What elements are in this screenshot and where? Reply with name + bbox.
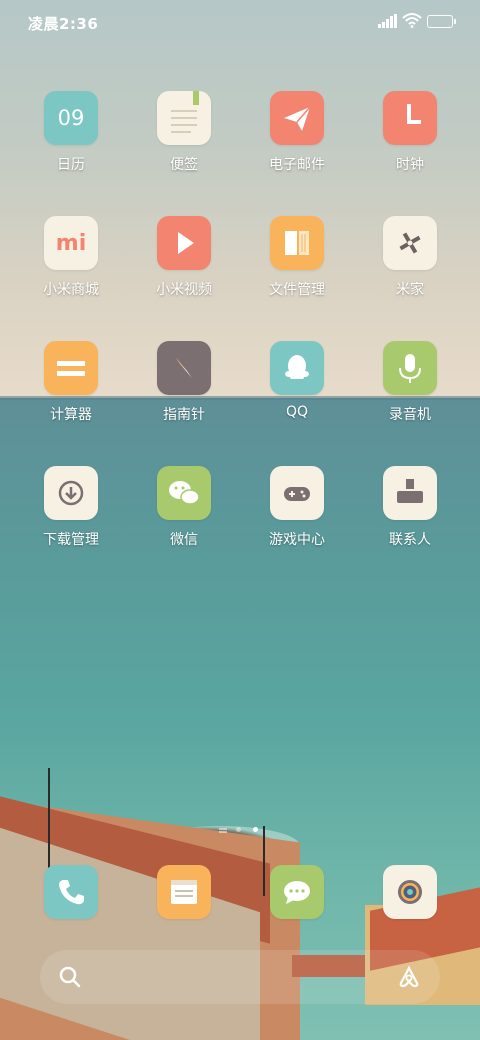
app-qq[interactable]: QQ bbox=[247, 341, 347, 420]
mi-logo: mi bbox=[55, 230, 87, 256]
app-mail[interactable]: 电子邮件 bbox=[247, 91, 347, 174]
app-label: 联系人 bbox=[389, 532, 431, 548]
notes-icon bbox=[157, 91, 211, 145]
compass-icon bbox=[157, 341, 211, 395]
calendar-date: 09 bbox=[57, 106, 85, 130]
app-label: 便签 bbox=[170, 157, 198, 173]
app-label: QQ bbox=[285, 404, 309, 420]
mijia-icon bbox=[383, 216, 437, 270]
phone-icon bbox=[44, 865, 98, 919]
calculator-icon bbox=[44, 341, 98, 395]
page-dot-active bbox=[253, 827, 258, 832]
app-notes[interactable]: 便签 bbox=[134, 91, 234, 174]
clock-icon bbox=[383, 91, 437, 145]
search-icon[interactable] bbox=[58, 965, 82, 989]
recorder-icon bbox=[383, 341, 437, 395]
app-game-center[interactable]: 游戏中心 bbox=[247, 466, 347, 549]
app-label: 录音机 bbox=[389, 407, 431, 423]
dock-phone[interactable] bbox=[44, 865, 98, 919]
browser-icon bbox=[157, 865, 211, 919]
app-label: 小米商城 bbox=[43, 282, 99, 298]
app-calendar[interactable]: 09 日历 bbox=[21, 91, 121, 174]
wechat-icon bbox=[157, 466, 211, 520]
app-clock[interactable]: 时钟 bbox=[360, 91, 460, 174]
app-label: 计算器 bbox=[50, 407, 92, 423]
app-label: 微信 bbox=[170, 532, 198, 548]
app-label: 时钟 bbox=[396, 157, 424, 173]
mi-store-icon: mi bbox=[44, 216, 98, 270]
app-label: 指南针 bbox=[163, 407, 205, 423]
app-label: 日历 bbox=[57, 157, 85, 173]
wallpaper-pole bbox=[263, 826, 265, 896]
download-icon bbox=[44, 466, 98, 520]
messages-icon bbox=[270, 865, 324, 919]
contacts-icon bbox=[383, 466, 437, 520]
app-contacts[interactable]: 联系人 bbox=[360, 466, 460, 549]
app-label: 米家 bbox=[396, 282, 424, 298]
status-time: 凌晨2:36 bbox=[28, 15, 99, 33]
video-icon bbox=[157, 216, 211, 270]
battery-icon bbox=[427, 15, 456, 28]
signal-icon bbox=[378, 14, 398, 28]
app-mi-video[interactable]: 小米视频 bbox=[134, 216, 234, 299]
camera-icon bbox=[383, 865, 437, 919]
status-bar: 凌晨2:36 bbox=[0, 0, 480, 44]
game-center-icon bbox=[270, 466, 324, 520]
page-dot bbox=[236, 827, 241, 832]
dock-camera[interactable] bbox=[383, 865, 437, 919]
app-calculator[interactable]: 计算器 bbox=[21, 341, 121, 424]
calendar-icon: 09 bbox=[44, 91, 98, 145]
app-mi-store[interactable]: mi 小米商城 bbox=[21, 216, 121, 299]
app-label: 下载管理 bbox=[43, 532, 99, 548]
app-label: 电子邮件 bbox=[269, 157, 325, 173]
airbnb-style-app-icon[interactable] bbox=[396, 965, 422, 989]
app-label: 小米视频 bbox=[156, 282, 212, 298]
app-file-manager[interactable]: 文件管理 bbox=[247, 216, 347, 299]
search-bar[interactable] bbox=[40, 950, 440, 1004]
wallpaper-pole bbox=[48, 768, 50, 878]
page-indicator-home bbox=[219, 828, 227, 830]
file-manager-icon bbox=[270, 216, 324, 270]
app-wechat[interactable]: 微信 bbox=[134, 466, 234, 549]
app-compass[interactable]: 指南针 bbox=[134, 341, 234, 424]
app-label: 游戏中心 bbox=[269, 532, 325, 548]
mail-icon bbox=[270, 91, 324, 145]
app-label: 文件管理 bbox=[269, 282, 325, 298]
qq-icon bbox=[270, 341, 324, 395]
wifi-icon bbox=[402, 13, 422, 28]
app-downloads[interactable]: 下载管理 bbox=[21, 466, 121, 549]
app-recorder[interactable]: 录音机 bbox=[360, 341, 460, 424]
dock-messages[interactable] bbox=[270, 865, 324, 919]
app-mijia[interactable]: 米家 bbox=[360, 216, 460, 299]
dock-browser[interactable] bbox=[157, 865, 211, 919]
